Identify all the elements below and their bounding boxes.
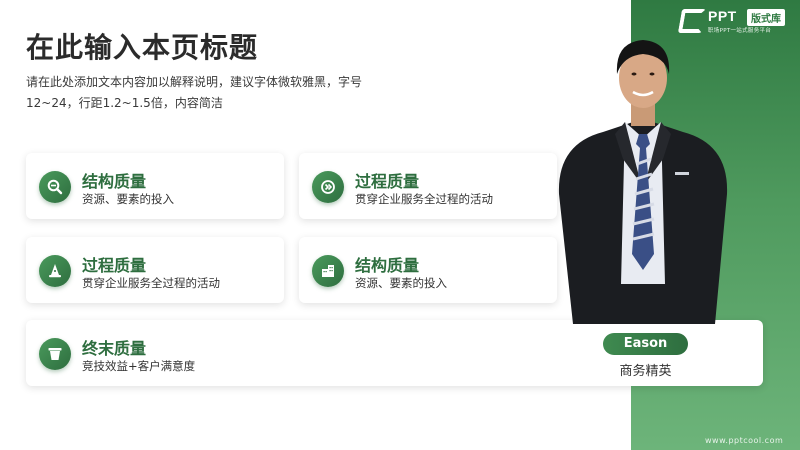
intro-line-2: 12~24，行距1.2~1.5倍，内容简洁 xyxy=(26,96,223,110)
card-process-quality-2: 过程质量 贯穿企业服务全过程的活动 xyxy=(26,237,284,303)
card-title: 终末质量 xyxy=(82,339,147,358)
card-title: 结构质量 xyxy=(355,256,420,275)
footer-url: www.pptcool.com xyxy=(705,436,784,445)
search-icon xyxy=(39,171,71,203)
name-badge: Eason xyxy=(603,333,688,355)
card-title: 过程质量 xyxy=(355,172,420,191)
card-desc: 竞技效益+客户满意度 xyxy=(82,359,196,373)
card-process-quality: 过程质量 贯穿企业服务全过程的活动 xyxy=(299,153,557,219)
logo-subtitle: 职场PPT一站式服务平台 xyxy=(708,28,772,34)
bucket-icon xyxy=(39,338,71,370)
businessman-photo xyxy=(558,40,728,324)
logo-mark-icon xyxy=(677,9,707,33)
page-title: 在此输入本页标题 xyxy=(26,31,259,64)
card-desc: 资源、要素的投入 xyxy=(355,276,447,290)
card-structure-quality-2: 结构质量 资源、要素的投入 xyxy=(299,237,557,303)
card-title: 过程质量 xyxy=(82,256,147,275)
intro-text: 请在此处添加文本内容加以解释说明，建议字体微软雅黑，字号 12~24，行距1.2… xyxy=(26,72,406,114)
card-desc: 贯穿企业服务全过程的活动 xyxy=(82,276,220,290)
building-icon xyxy=(312,255,344,287)
card-desc: 贯穿企业服务全过程的活动 xyxy=(355,192,493,206)
intro-line-1: 请在此处添加文本内容加以解释说明，建议字体微软雅黑，字号 xyxy=(26,75,363,89)
wizard-hat-icon xyxy=(39,255,71,287)
process-icon xyxy=(312,171,344,203)
logo-badge: 版式库 xyxy=(747,9,785,26)
card-desc: 资源、要素的投入 xyxy=(82,192,174,206)
brand-logo: PPT 版式库 职场PPT一站式服务平台 xyxy=(677,8,795,36)
card-title: 结构质量 xyxy=(82,172,147,191)
person-role: 商务精英 xyxy=(619,364,672,379)
card-structure-quality: 结构质量 资源、要素的投入 xyxy=(26,153,284,219)
logo-text: PPT xyxy=(708,8,737,24)
